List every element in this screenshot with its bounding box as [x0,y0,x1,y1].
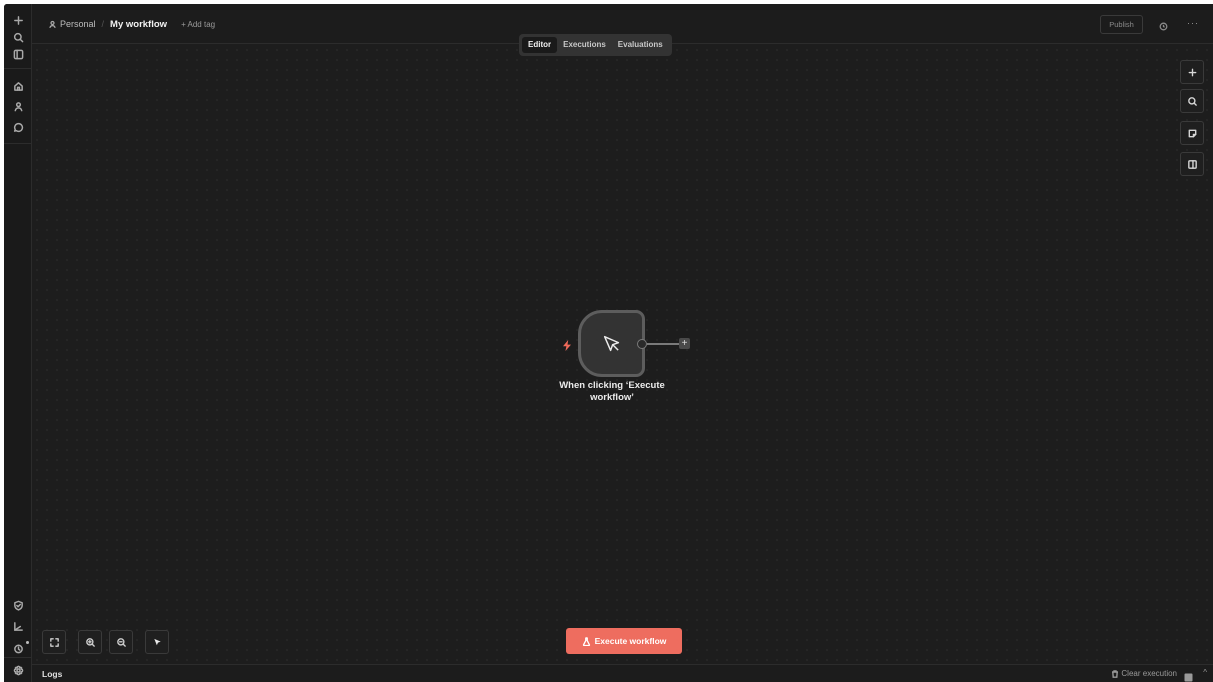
connection-line [647,343,679,345]
zoom-out-icon[interactable] [109,630,133,654]
notification-dot [26,641,29,644]
sticky-note-icon[interactable] [1180,121,1204,145]
add-node-icon[interactable] [1180,60,1204,84]
tab-editor[interactable]: Editor [522,37,558,53]
cursor-icon [603,335,619,351]
flask-icon [582,636,590,646]
search-icon[interactable] [10,29,26,45]
rail-divider [4,657,32,658]
publish-button[interactable]: Publish [1100,15,1143,34]
breadcrumb-separator: / [101,19,105,29]
more-menu-button[interactable]: ··· [1187,18,1199,28]
plus-icon[interactable] [10,12,26,28]
chat-icon[interactable] [10,119,26,135]
trash-icon [1112,669,1119,678]
chevron-up-icon[interactable]: ^ [1203,668,1207,677]
shield-icon[interactable] [10,597,26,613]
person-icon [49,20,56,28]
left-sidebar [4,4,32,682]
tab-executions[interactable]: Executions [557,37,612,53]
workflow-editor-app: Personal / My workflow + Add tag Publish… [4,4,1213,682]
clear-execution-button[interactable]: Clear execution [1111,669,1177,678]
node-label: When clicking ‘Execute workflow’ [559,380,665,403]
user-icon[interactable] [10,98,26,114]
search-icon[interactable] [1180,89,1204,113]
breadcrumb: Personal / My workflow + Add tag [48,18,215,30]
add-next-node-button[interactable]: + [679,338,690,349]
pop-out-icon[interactable] [1184,669,1193,682]
fit-view-icon[interactable] [42,630,66,654]
execute-workflow-button[interactable]: Execute workflow [566,628,682,654]
tab-evaluations[interactable]: Evaluations [612,37,669,53]
logs-bar[interactable]: Logs Clear execution ^ [32,664,1213,682]
history-icon[interactable] [1158,19,1169,31]
lightning-icon [562,338,572,351]
cursor-tool-icon[interactable] [145,630,169,654]
workflow-title[interactable]: My workflow [110,19,167,30]
add-tag-button[interactable]: + Add tag [181,20,215,29]
help-icon[interactable] [10,640,26,656]
breadcrumb-project[interactable]: Personal [60,19,96,29]
rail-divider [4,68,32,69]
logs-label: Logs [42,669,63,679]
trigger-node[interactable] [578,310,645,377]
sidebar-toggle-icon[interactable] [10,46,26,62]
home-icon[interactable] [10,78,26,94]
execute-workflow-label: Execute workflow [594,636,667,646]
rail-divider [4,143,32,144]
output-handle[interactable] [637,339,647,349]
clear-execution-label: Clear execution [1121,669,1177,678]
chart-icon[interactable] [10,618,26,634]
panel-icon[interactable] [1180,152,1204,176]
settings-icon[interactable] [10,662,26,678]
view-tabs: Editor Executions Evaluations [519,34,672,56]
zoom-in-icon[interactable] [78,630,102,654]
